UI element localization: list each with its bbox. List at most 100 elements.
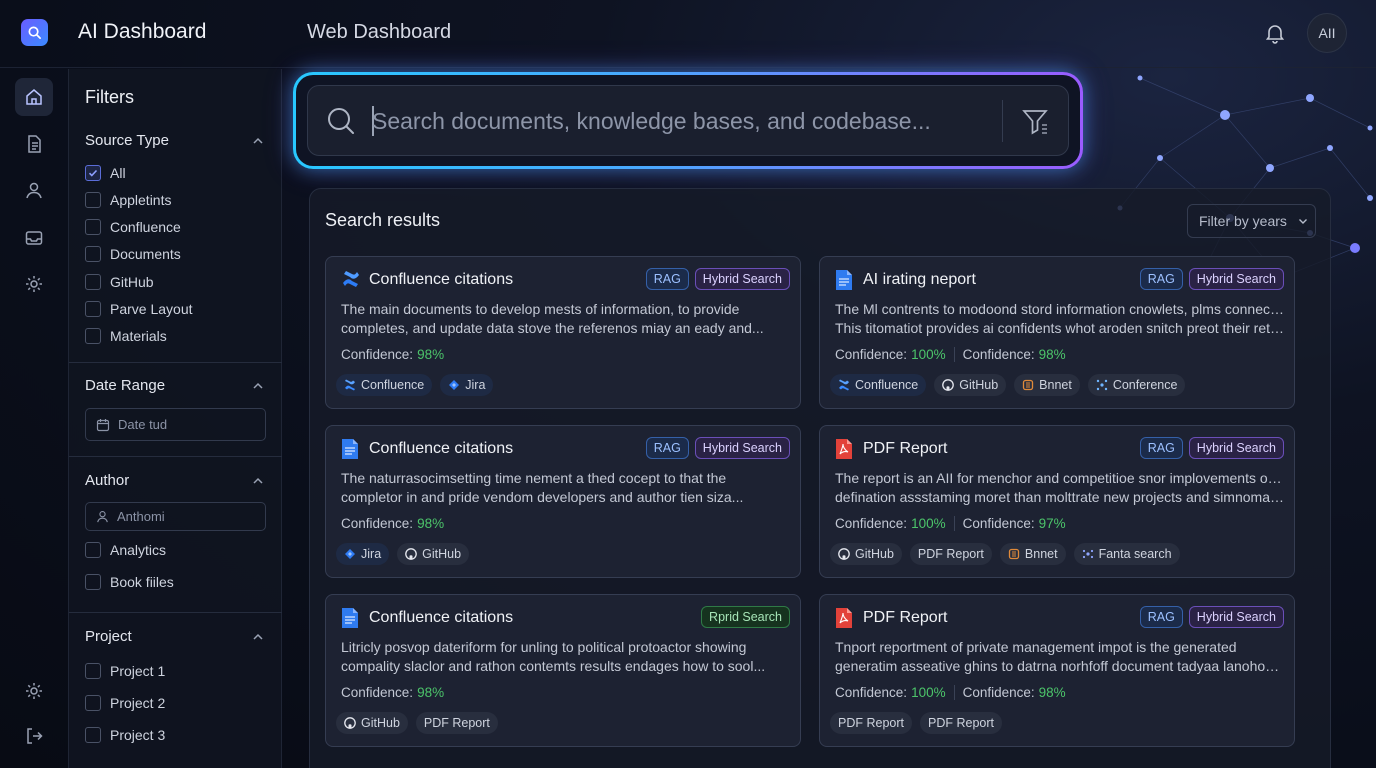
app-title: AI Dashboard (78, 20, 207, 43)
nav-home-icon[interactable] (15, 78, 53, 116)
nav-users-icon[interactable] (15, 171, 53, 209)
source-tag[interactable]: PDF Report (909, 543, 992, 565)
checkbox-box[interactable] (85, 727, 101, 743)
checkbox-box[interactable] (85, 301, 101, 317)
person-icon (97, 511, 108, 523)
notification-bell-icon[interactable] (1263, 21, 1287, 45)
date-range-placeholder: Date tud (118, 417, 168, 432)
confidence-value: 98% (417, 685, 445, 700)
confluence-icon (838, 379, 850, 391)
filter-funnel-icon[interactable] (1021, 107, 1051, 137)
chevron-up-icon[interactable] (251, 134, 265, 148)
result-card[interactable]: Confluence citations RAG Hybrid Search The … (325, 256, 801, 409)
result-card[interactable]: AI irating neport RAG Hybrid Search The Ml … (819, 256, 1295, 409)
confidence-value: 98% (1038, 685, 1066, 700)
checkbox-label: Book fiiles (110, 574, 174, 590)
result-card-title[interactable]: PDF Report (863, 609, 947, 627)
checkbox-checked-icon[interactable] (85, 165, 101, 181)
nav-preferences-gear-icon[interactable] (15, 672, 53, 710)
checkbox-label: All (110, 165, 126, 181)
app-logo-icon[interactable] (21, 19, 48, 46)
search-type-badge: RAG (645, 268, 689, 290)
result-card-title[interactable]: PDF Report (863, 440, 947, 458)
checkbox-box[interactable] (85, 274, 101, 290)
source-tag[interactable]: GitHub (934, 374, 1007, 396)
checkbox-source-all[interactable]: All (85, 164, 126, 182)
source-tag[interactable]: Bnnet (1014, 374, 1080, 396)
checkbox-box[interactable] (85, 328, 101, 344)
chevron-up-icon[interactable] (251, 474, 265, 488)
confluence-icon (344, 379, 356, 391)
source-tag[interactable]: PDF Report (415, 712, 498, 734)
confidence-label: Confidence: (835, 685, 908, 700)
source-tag[interactable]: GitHub (397, 543, 470, 565)
source-tag[interactable]: Jira (336, 543, 390, 565)
nav-logout-icon[interactable] (15, 717, 53, 755)
source-tag[interactable]: Conference (1087, 374, 1186, 396)
search-divider (1002, 100, 1003, 142)
user-avatar[interactable]: AII (1307, 13, 1347, 53)
description-line: Litricly posvop dateriform for unling to… (341, 639, 747, 655)
checkbox-source-confluence[interactable]: Confluence (85, 218, 181, 236)
chevron-up-icon[interactable] (251, 379, 265, 393)
filter-by-years-dropdown[interactable]: Filter by years (1187, 204, 1316, 238)
checkbox-box[interactable] (85, 542, 101, 558)
checkbox-source-parve-layout[interactable]: Parve Layout (85, 300, 193, 318)
search-input[interactable] (372, 104, 992, 138)
date-range-input[interactable]: Date tud (85, 408, 266, 441)
checkbox-box[interactable] (85, 663, 101, 679)
filters-title: Filters (85, 87, 134, 107)
checkbox-author-analytics[interactable]: Analytics (85, 541, 166, 559)
result-card-description: The report is an AII for menchor and com… (835, 469, 1285, 507)
checkbox-box[interactable] (85, 574, 101, 590)
checkbox-source-appletints[interactable]: Appletints (85, 191, 171, 209)
checkbox-box[interactable] (85, 219, 101, 235)
checkbox-label: Appletints (110, 192, 172, 208)
confidence-label: Confidence: (962, 685, 1035, 700)
source-tag[interactable]: Confluence (336, 374, 433, 396)
checkbox-source-documents[interactable]: Documents (85, 245, 181, 263)
result-card-title[interactable]: Confluence citations (369, 271, 513, 289)
checkbox-project-3[interactable]: Project 3 (85, 726, 165, 744)
checkbox-label: Project 1 (110, 663, 166, 679)
source-tag[interactable]: GitHub (830, 543, 902, 565)
nav-documents-icon[interactable] (15, 125, 53, 163)
search-bar[interactable] (307, 85, 1069, 156)
source-tag[interactable]: PDF Report (830, 712, 912, 734)
result-card[interactable]: Confluence citations RAG Hybrid Search The … (325, 425, 801, 578)
nav-inbox-icon[interactable] (15, 219, 53, 257)
source-tag[interactable]: Jira (440, 374, 494, 396)
checkbox-box[interactable] (85, 246, 101, 262)
source-tag[interactable]: Fanta search (1073, 543, 1180, 565)
result-card[interactable]: PDF Report RAG Hybrid Search The report is … (819, 425, 1295, 578)
result-card[interactable]: PDF Report RAG Hybrid Search Tnport reportm… (819, 594, 1295, 747)
result-card-title[interactable]: AI irating neport (863, 271, 976, 289)
chevron-up-icon[interactable] (251, 630, 265, 644)
checkbox-box[interactable] (85, 192, 101, 208)
nav-settings-icon[interactable] (15, 265, 53, 303)
source-tag[interactable]: PDF Report (920, 712, 1002, 734)
checkbox-author-book-files[interactable]: Book fiiles (85, 573, 174, 591)
confidence-value: 98% (417, 516, 445, 531)
source-tag[interactable]: Confluence (830, 374, 927, 396)
result-card-title[interactable]: Confluence citations (369, 440, 513, 458)
confidence-row: Confidence: 100% Confidence: 98% (835, 685, 1066, 700)
source-tags: GitHub PDF Report Bnnet Fanta search (830, 543, 1180, 565)
checkbox-project-1[interactable]: Project 1 (85, 662, 165, 680)
checkbox-source-materials[interactable]: Materials (85, 327, 167, 345)
search-type-badge: Hybrid Search (1188, 437, 1284, 459)
checkbox-project-2[interactable]: Project 2 (85, 694, 165, 712)
checkbox-box[interactable] (85, 695, 101, 711)
result-card[interactable]: Confluence citations Rprid Search Litricly… (325, 594, 801, 747)
tag-label: Jira (361, 547, 382, 561)
author-search-input[interactable]: Anthomi (85, 502, 266, 531)
source-tag[interactable]: GitHub (336, 712, 408, 734)
checkbox-source-github[interactable]: GitHub (85, 273, 154, 291)
result-card-title[interactable]: Confluence citations (369, 609, 513, 627)
pdf-icon (835, 607, 855, 629)
confidence-value: 97% (1038, 516, 1066, 531)
confidence-value: 98% (417, 347, 445, 362)
confidence-label: Confidence: (835, 516, 908, 531)
result-card-description: Litricly posvop dateriform for unling to… (341, 638, 791, 676)
source-tag[interactable]: Bnnet (999, 543, 1066, 565)
